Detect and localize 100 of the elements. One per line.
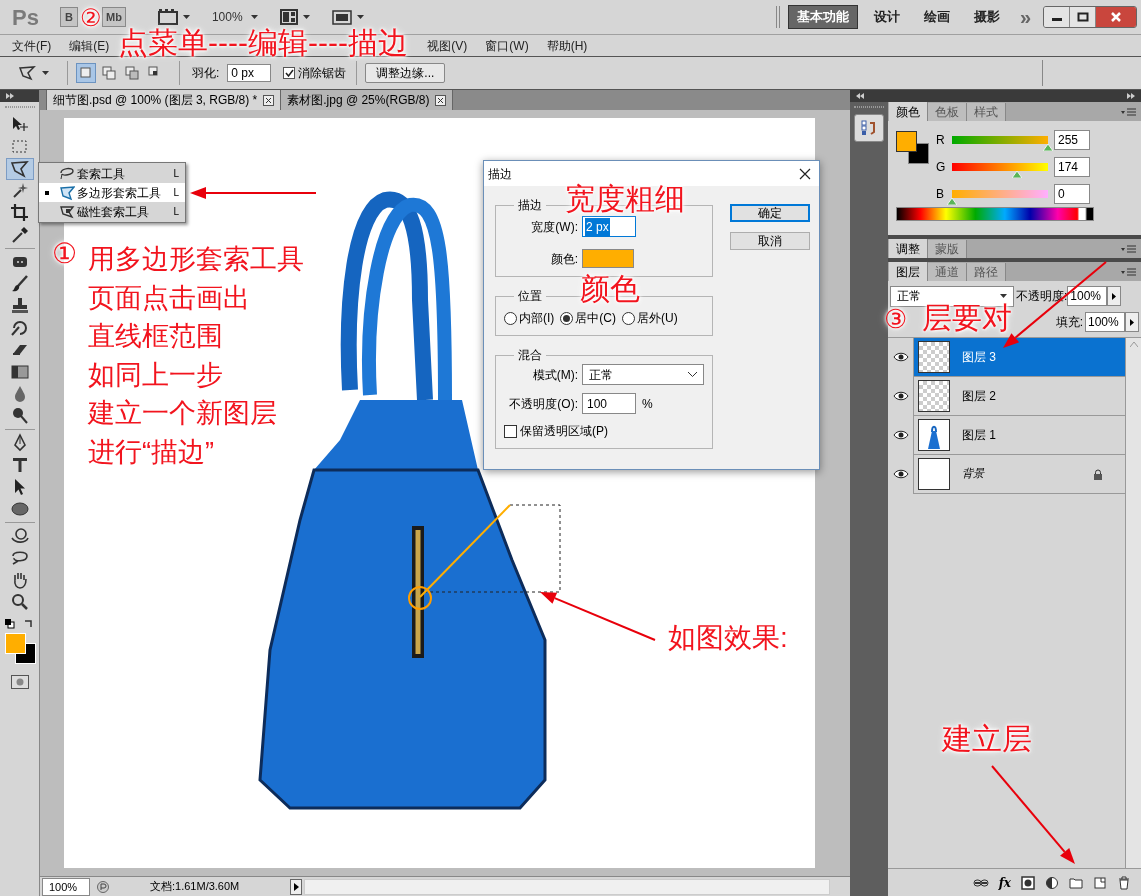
- antialias-checkbox[interactable]: 消除锯齿: [283, 64, 347, 82]
- folder-icon: [1069, 875, 1083, 890]
- width-label: 宽度(W):: [530, 218, 579, 236]
- screen-icon: [331, 9, 352, 25]
- new-selection-icon: [78, 65, 94, 81]
- stroke-color-swatch[interactable]: [582, 249, 634, 268]
- panel-tab[interactable]: 颜色: [889, 102, 928, 121]
- opacity-slider-button[interactable]: [1107, 286, 1122, 306]
- annotation-text: 如图效果:: [668, 624, 788, 652]
- trash-button[interactable]: [1117, 875, 1131, 890]
- layer-name: 图层 2: [962, 388, 996, 405]
- annotation-text: 用多边形套索工具 页面点击画出 直线框范围 如同上一步 建立一个新图层 进行“描边”: [88, 243, 304, 469]
- close-button[interactable]: [799, 167, 811, 180]
- new-layer-button[interactable]: [1093, 875, 1107, 890]
- color-spectrum[interactable]: [896, 207, 1094, 221]
- refine-edge-button[interactable]: 调整边缘...: [365, 63, 446, 83]
- maximize-icon: [1076, 12, 1089, 22]
- opacity-field[interactable]: 100%: [1067, 286, 1108, 306]
- close-icon: [1110, 12, 1122, 22]
- panel-tab[interactable]: 通道: [928, 263, 967, 281]
- opacity-field[interactable]: 100: [582, 393, 636, 414]
- layer-row[interactable]: 背景: [888, 455, 1125, 494]
- vertical-scrollbar[interactable]: [1125, 338, 1141, 868]
- horizontal-scrollbar[interactable]: [304, 878, 830, 895]
- panel-tab[interactable]: 路径: [967, 263, 1006, 281]
- color-swatches-icon[interactable]: [4, 633, 36, 664]
- circle-icon: [15, 678, 24, 686]
- mask-icon: [1021, 875, 1035, 890]
- group-label: 混合: [517, 347, 543, 364]
- zoom-field[interactable]: 100%: [42, 877, 90, 896]
- crop-icon: [9, 203, 30, 223]
- cancel-button[interactable]: 取消: [730, 232, 810, 250]
- layer-row[interactable]: 图层 2: [888, 377, 1125, 416]
- panel-tab[interactable]: 蒙版: [928, 240, 967, 258]
- feather-field[interactable]: 0 px: [227, 64, 272, 82]
- screen-mode-button[interactable]: [331, 9, 364, 25]
- tool-preset-button[interactable]: [18, 65, 49, 81]
- color-swatches-icon[interactable]: [896, 131, 929, 164]
- lasso-icon: [59, 165, 75, 182]
- close-icon: [263, 94, 275, 106]
- zoom-dropdown[interactable]: 100%: [211, 8, 258, 26]
- tool-menu-item[interactable]: 磁性套索工具 L: [39, 202, 185, 221]
- arrange-button[interactable]: [279, 9, 310, 25]
- maximize-button[interactable]: [1070, 7, 1096, 27]
- tool-menu-item[interactable]: 套索工具 L: [39, 164, 185, 183]
- quick-mask-button[interactable]: [10, 675, 29, 689]
- menu-item[interactable]: 窗口(W): [483, 36, 531, 55]
- workspace-tab[interactable]: 基本功能: [787, 5, 858, 29]
- close-icon: [799, 167, 811, 180]
- menu-item[interactable]: 帮助(H): [544, 36, 590, 55]
- document-tab[interactable]: 细节图.psd @ 100% (图层 3, RGB/8) *: [46, 90, 282, 110]
- position-radio[interactable]: 内部(I): [504, 309, 555, 327]
- menu-item[interactable]: 编辑(E): [67, 36, 112, 55]
- position-radio[interactable]: 居外(U): [622, 309, 678, 327]
- menu-item[interactable]: 文件(F): [10, 36, 54, 55]
- preserve-transparency-checkbox[interactable]: 保留透明区域(P): [504, 422, 704, 440]
- view-extras-button[interactable]: [157, 9, 190, 25]
- workspace-tab[interactable]: 绘画: [915, 5, 958, 29]
- layer-row[interactable]: 图层 1: [888, 416, 1125, 455]
- fill-field[interactable]: 100%: [1085, 312, 1125, 332]
- magnetic-lasso-icon: [59, 203, 75, 220]
- minimize-button[interactable]: [1044, 7, 1070, 27]
- workspace-tab[interactable]: 摄影: [965, 5, 1008, 29]
- layer-row[interactable]: 图层 3: [888, 338, 1125, 377]
- stamp-icon: [9, 296, 30, 316]
- layer-thumbnail: [918, 341, 950, 373]
- folder-button[interactable]: [1069, 875, 1083, 890]
- position-radio[interactable]: 居中(C): [560, 309, 616, 327]
- gradient-icon: [9, 362, 30, 382]
- mode-dropdown[interactable]: 正常: [582, 364, 704, 385]
- channel-value-field[interactable]: 174: [1054, 157, 1090, 177]
- ok-button[interactable]: 确定: [730, 204, 810, 222]
- menu-item[interactable]: 视图(V): [425, 36, 470, 55]
- panel-tab[interactable]: 调整: [889, 239, 928, 258]
- tool-menu-item[interactable]: 多边形套索工具 L: [39, 183, 185, 202]
- dialog-title: 描边: [488, 165, 512, 183]
- panel-menu-icon: [1121, 108, 1137, 116]
- polygonal-lasso-icon: [59, 184, 75, 201]
- panel-tab[interactable]: 图层: [889, 262, 928, 281]
- document-tab[interactable]: 素材图.jpg @ 25%(RGB/8): [281, 90, 454, 110]
- channel-value-field[interactable]: 255: [1054, 130, 1090, 150]
- channel-label: R: [936, 132, 946, 149]
- workspace-tab[interactable]: 设计: [865, 5, 908, 29]
- panel-tab[interactable]: 色板: [928, 103, 967, 121]
- channel-value-field[interactable]: 0: [1054, 184, 1090, 204]
- rotate-3d-icon: [9, 526, 30, 546]
- more-workspaces-button[interactable]: »: [1019, 7, 1031, 27]
- history-panel-button[interactable]: [854, 114, 884, 142]
- panel-menu-icon: [1121, 268, 1137, 276]
- launch-button[interactable]: B: [60, 7, 78, 27]
- lasso-tool[interactable]: [5, 158, 34, 180]
- history-brush-icon: [9, 318, 30, 338]
- status-menu-button[interactable]: [290, 878, 302, 895]
- fx-button[interactable]: fx: [998, 873, 1011, 892]
- half-circle-button[interactable]: [1045, 875, 1059, 890]
- layer-thumbnail: [918, 380, 950, 412]
- panel-tab[interactable]: 样式: [967, 103, 1006, 121]
- fill-slider-button[interactable]: [1125, 312, 1139, 332]
- mask-button[interactable]: [1021, 875, 1035, 890]
- caret-icon: [302, 15, 310, 19]
